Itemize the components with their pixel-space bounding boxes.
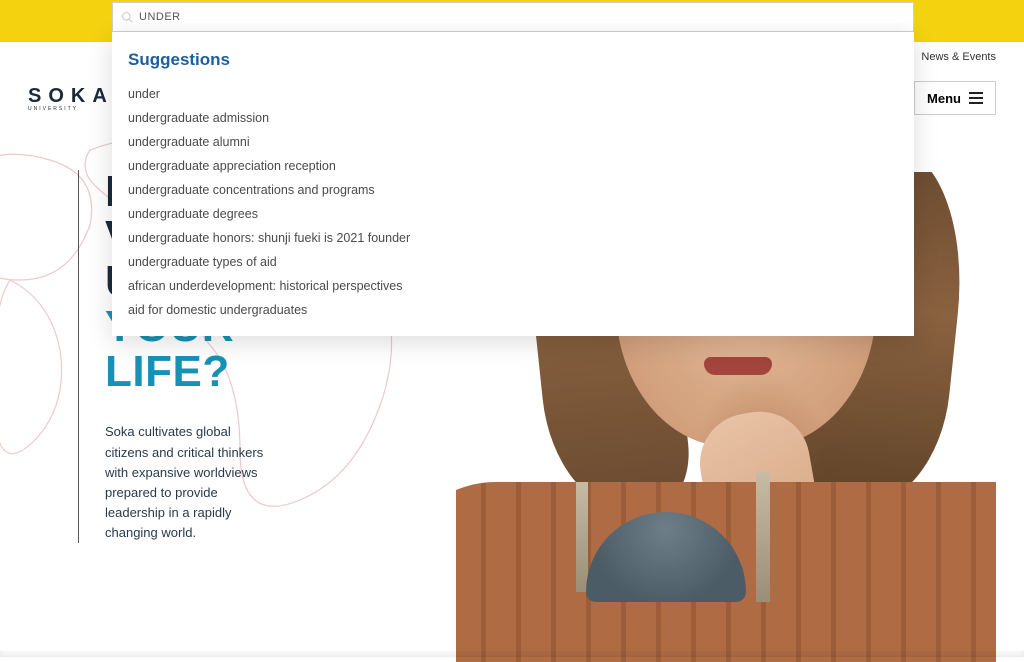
menu-button[interactable]: Menu xyxy=(914,81,996,115)
suggestion-item[interactable]: african underdevelopment: historical per… xyxy=(128,274,898,298)
suggestion-item[interactable]: undergraduate honors: shunji fueki is 20… xyxy=(128,226,898,250)
hero-image-city xyxy=(576,482,588,592)
menu-button-label: Menu xyxy=(927,91,961,106)
suggestion-item[interactable]: undergraduate concentrations and program… xyxy=(128,178,898,202)
suggestions-panel: Suggestions under undergraduate admissio… xyxy=(112,32,914,336)
hero-body: Soka cultivates global citizens and crit… xyxy=(105,422,275,543)
suggestion-item[interactable]: undergraduate alumni xyxy=(128,130,898,154)
search-overlay: Suggestions under undergraduate admissio… xyxy=(112,2,914,336)
suggestions-heading: Suggestions xyxy=(128,50,898,70)
hero-title-line4: LIFE? xyxy=(105,347,230,396)
logo-text: SOKA xyxy=(28,85,114,108)
suggestion-item[interactable]: undergraduate types of aid xyxy=(128,250,898,274)
suggestions-list: under undergraduate admission undergradu… xyxy=(128,82,898,322)
search-icon xyxy=(121,11,133,23)
hamburger-icon xyxy=(969,92,983,104)
search-box xyxy=(112,2,914,32)
divider xyxy=(0,651,1024,657)
suggestion-item[interactable]: undergraduate appreciation reception xyxy=(128,154,898,178)
suggestion-item[interactable]: undergraduate degrees xyxy=(128,202,898,226)
hero-image-city xyxy=(756,472,770,602)
search-input[interactable] xyxy=(139,11,905,23)
suggestion-item[interactable]: undergraduate admission xyxy=(128,106,898,130)
suggestion-item[interactable]: aid for domestic undergraduates xyxy=(128,298,898,322)
secondary-nav-item-news[interactable]: News & Events xyxy=(921,51,996,63)
suggestion-item[interactable]: under xyxy=(128,82,898,106)
